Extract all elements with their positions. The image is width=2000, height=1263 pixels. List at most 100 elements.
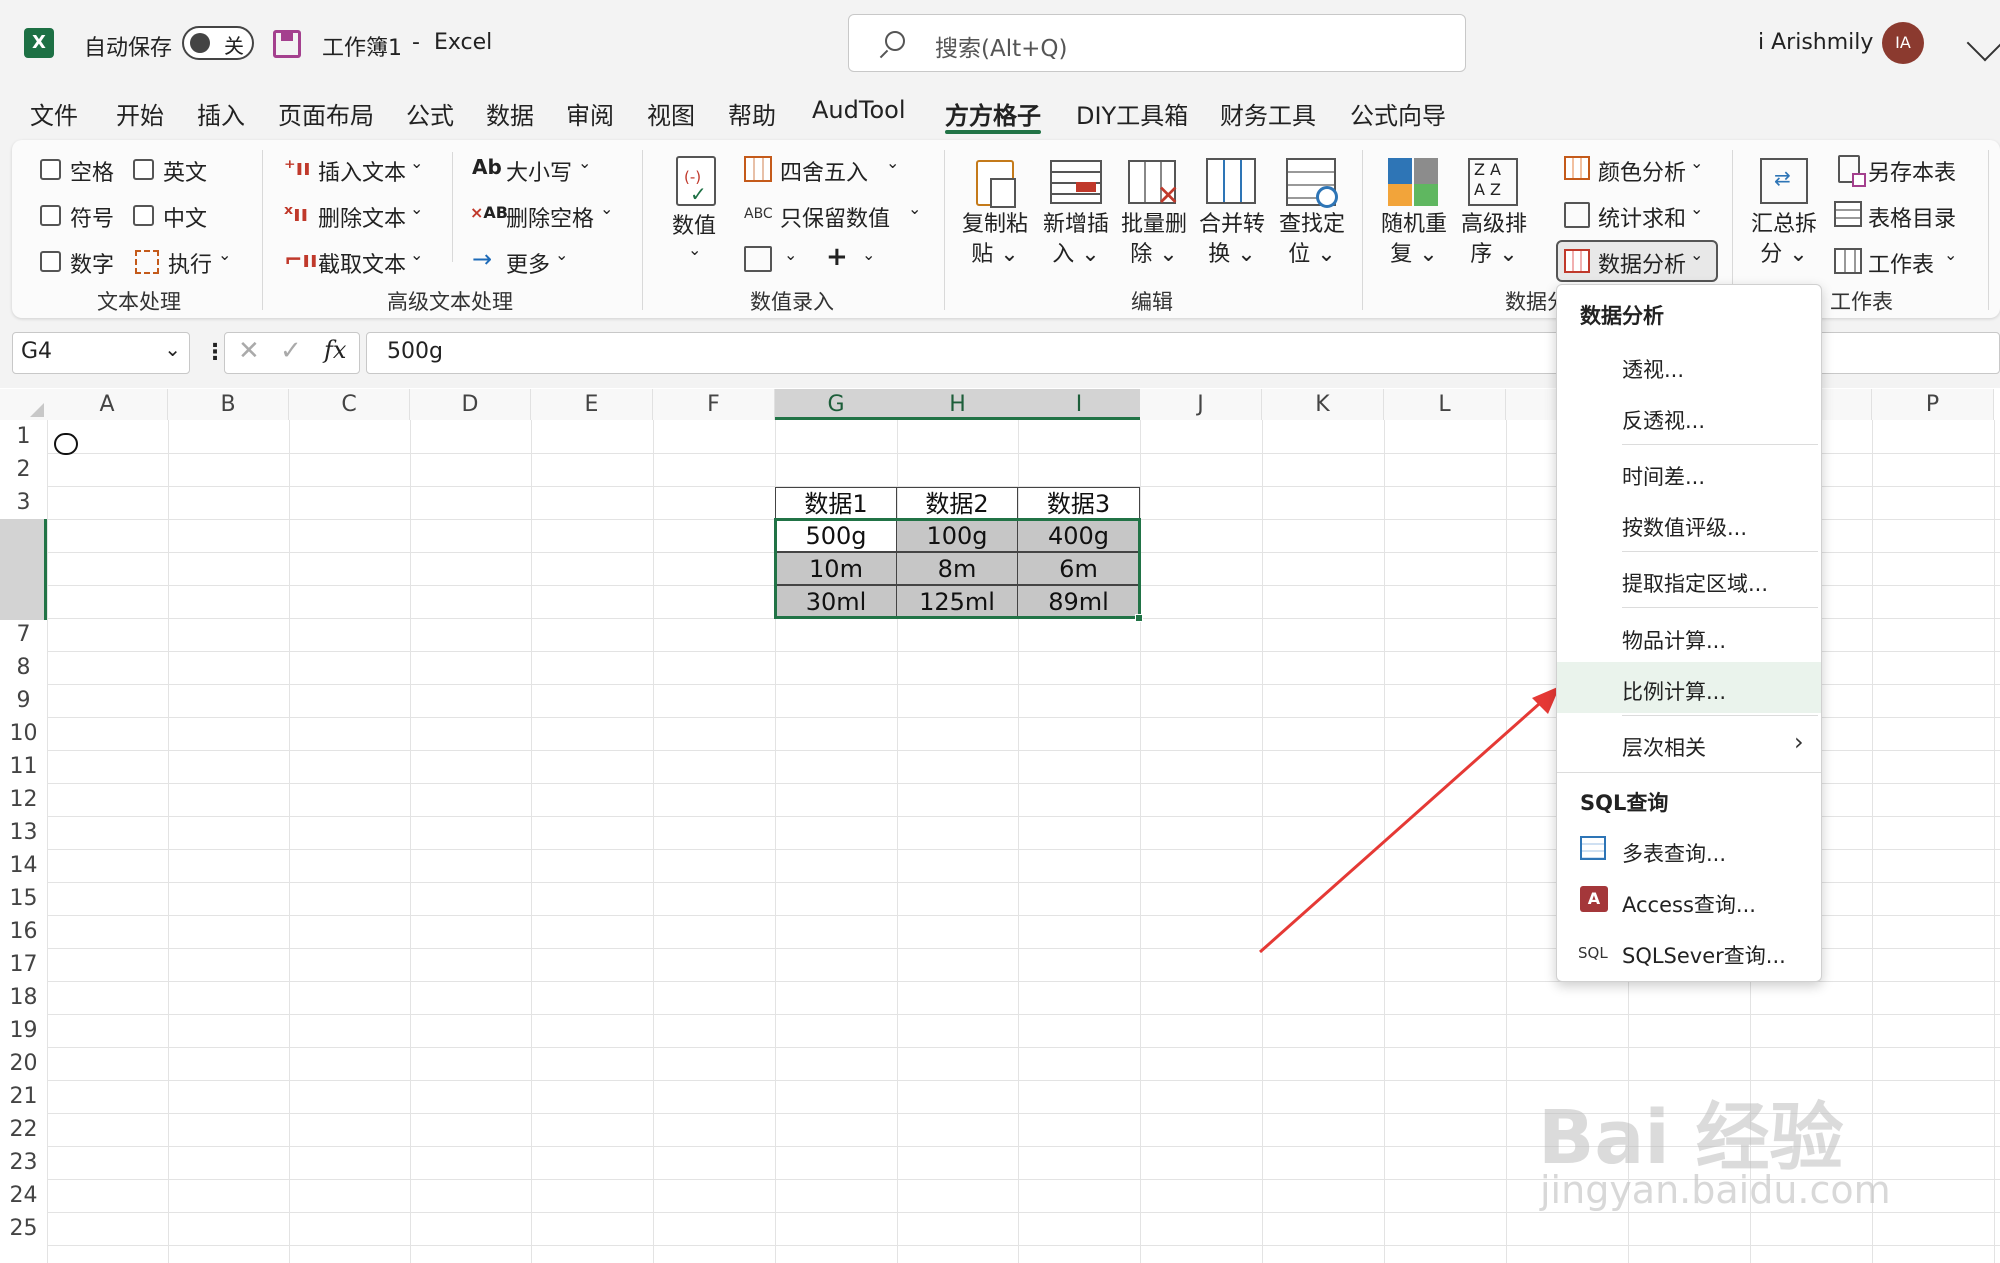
col-header[interactable]: K (1262, 389, 1384, 420)
color-analysis-button[interactable]: 颜色分析 (1598, 155, 1686, 187)
delete-space-button[interactable]: 删除空格 (506, 201, 594, 233)
edit-list-chevron[interactable]: ⌄ (784, 245, 797, 264)
color-analysis-chevron[interactable]: ⌄ (1690, 153, 1703, 172)
tab-data[interactable]: 数据 (486, 96, 534, 131)
row-header[interactable]: 24 (0, 1179, 47, 1212)
value-chevron[interactable]: ⌄ (688, 240, 701, 259)
row-header[interactable]: 19 (0, 1014, 47, 1047)
keep-number-chevron[interactable]: ⌄ (908, 199, 921, 218)
checkbox-chinese[interactable] (133, 205, 154, 226)
name-box-chevron[interactable]: ⌄ (164, 337, 181, 361)
enter-icon[interactable]: ✓ (280, 336, 302, 366)
row-header[interactable]: 3 (0, 486, 47, 519)
checkbox-space[interactable] (40, 159, 61, 180)
tab-page-layout[interactable]: 页面布局 (278, 96, 374, 131)
value-button[interactable]: 数值 (672, 212, 716, 242)
row-header[interactable]: 23 (0, 1146, 47, 1179)
col-header[interactable]: E (531, 389, 653, 420)
tab-fangfang[interactable]: 方方格子 (945, 96, 1041, 131)
tab-insert[interactable]: 插入 (197, 96, 245, 131)
col-header[interactable]: L (1384, 389, 1506, 420)
more-chevron[interactable]: ⌄ (555, 245, 568, 264)
keep-number-button[interactable]: 只保留数值 (780, 201, 890, 233)
stat-sum-button[interactable]: 统计求和 (1598, 201, 1686, 233)
save-icon[interactable] (273, 30, 301, 58)
plus-button[interactable]: + (826, 242, 848, 272)
insert-text-chevron[interactable]: ⌄ (410, 153, 423, 172)
add-insert-button[interactable]: 新增插入 ⌄ (1040, 210, 1112, 270)
insert-text-button[interactable]: 插入文本 (318, 155, 406, 187)
col-header-i[interactable]: I (1018, 389, 1140, 420)
tab-diy[interactable]: DIY工具箱 (1076, 96, 1188, 131)
tab-formula-wizard[interactable]: 公式向导 (1350, 96, 1446, 131)
menu-item-value-rating[interactable]: 按数值评级... (1622, 512, 1747, 542)
table-header-2[interactable]: 数据2 (896, 487, 1018, 520)
menu-item-hierarchy[interactable]: 层次相关 (1622, 732, 1706, 762)
menu-item-unpivot[interactable]: 反透视... (1622, 405, 1705, 435)
random-repeat-button[interactable]: 随机重复 ⌄ (1378, 210, 1450, 270)
tab-file[interactable]: 文件 (30, 96, 78, 131)
menu-item-extract-range[interactable]: 提取指定区域... (1622, 568, 1768, 598)
tab-audtool[interactable]: AudTool (812, 96, 905, 124)
row-header[interactable]: 11 (0, 750, 47, 783)
checkbox-symbol[interactable] (40, 205, 61, 226)
row-header[interactable]: 14 (0, 849, 47, 882)
autosave-toggle[interactable]: 关 (182, 26, 254, 60)
copy-paste-button[interactable]: 复制粘贴 ⌄ (962, 210, 1028, 270)
tab-home[interactable]: 开始 (116, 96, 164, 131)
menu-item-access-query[interactable]: Access查询... (1622, 889, 1756, 919)
edit-list-icon[interactable] (744, 246, 772, 272)
name-box[interactable]: G4 ⌄ (12, 332, 190, 374)
menu-item-ratio-calc[interactable]: 比例计算... (1622, 676, 1726, 706)
tab-view[interactable]: 视图 (647, 96, 695, 131)
menu-item-pivot[interactable]: 透视... (1622, 354, 1684, 384)
menu-item-multi-table-query[interactable]: 多表查询... (1622, 838, 1726, 868)
menu-item-sqlserver-query[interactable]: SQLSever查询... (1622, 940, 1786, 970)
row-header[interactable]: 12 (0, 783, 47, 816)
col-header[interactable]: C (289, 389, 410, 420)
batch-delete-button[interactable]: 批量删除 ⌄ (1118, 210, 1190, 270)
select-all-corner[interactable] (0, 389, 47, 420)
round-button[interactable]: 四舍五入 (780, 155, 868, 187)
find-locate-button[interactable]: 查找定位 ⌄ (1276, 210, 1348, 270)
row-header[interactable]: 13 (0, 816, 47, 849)
menu-item-goods-calc[interactable]: 物品计算... (1622, 625, 1726, 655)
execute-button[interactable]: 执行 (168, 247, 212, 279)
row-header[interactable]: 20 (0, 1047, 47, 1080)
avatar[interactable]: IA (1882, 22, 1924, 64)
fill-handle[interactable] (1135, 614, 1143, 622)
table-header-1[interactable]: 数据1 (775, 487, 897, 520)
row-header[interactable]: 7 (0, 618, 47, 651)
case-button[interactable]: 大小写 (506, 155, 572, 187)
row-header[interactable]: 17 (0, 948, 47, 981)
merge-convert-button[interactable]: 合并转换 ⌄ (1196, 210, 1268, 270)
save-as-sheet-button[interactable]: 另存本表 (1868, 155, 1956, 187)
tab-help[interactable]: 帮助 (728, 96, 776, 131)
row-header[interactable]: 21 (0, 1080, 47, 1113)
col-header[interactable]: F (653, 389, 775, 420)
delete-text-chevron[interactable]: ⌄ (410, 199, 423, 218)
row-header[interactable]: 10 (0, 717, 47, 750)
summary-split-button[interactable]: 汇总拆分 ⌄ (1748, 210, 1820, 270)
execute-chevron[interactable]: ⌄ (218, 245, 231, 264)
table-catalog-button[interactable]: 表格目录 (1868, 201, 1956, 233)
checkbox-number[interactable] (40, 251, 61, 272)
stat-sum-chevron[interactable]: ⌄ (1690, 199, 1703, 218)
delete-space-chevron[interactable]: ⌄ (600, 199, 613, 218)
row-header[interactable]: 16 (0, 915, 47, 948)
tab-review[interactable]: 审阅 (566, 96, 614, 131)
menu-item-time-diff[interactable]: 时间差... (1622, 461, 1705, 491)
col-header[interactable]: B (168, 389, 289, 420)
worksheet-button[interactable]: 工作表 (1868, 247, 1934, 279)
col-header-g[interactable]: G (775, 389, 897, 420)
more-options-icon[interactable]: ⋮ (204, 340, 226, 365)
delete-text-button[interactable]: 删除文本 (318, 201, 406, 233)
round-chevron[interactable]: ⌄ (886, 153, 899, 172)
tab-finance[interactable]: 财务工具 (1220, 96, 1316, 131)
table-header-3[interactable]: 数据3 (1017, 487, 1140, 520)
row-header[interactable]: 22 (0, 1113, 47, 1146)
row-header[interactable]: 15 (0, 882, 47, 915)
col-header[interactable]: J (1140, 389, 1262, 420)
more-button[interactable]: 更多 (506, 247, 550, 279)
plus-chevron[interactable]: ⌄ (862, 245, 875, 264)
